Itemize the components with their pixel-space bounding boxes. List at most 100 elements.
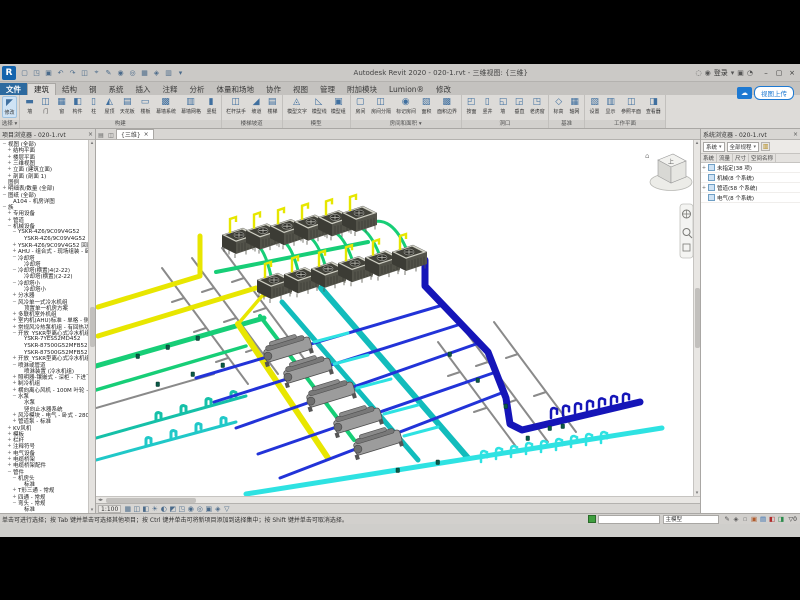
store-icon[interactable]: ▣ — [737, 69, 744, 77]
expander-icon[interactable]: + — [7, 443, 12, 449]
expander-icon[interactable]: + — [7, 217, 12, 223]
ribbon-group-label[interactable]: 楼梯坡道 — [222, 120, 282, 128]
expander-icon[interactable]: − — [12, 267, 17, 273]
expander-icon[interactable]: + — [7, 154, 12, 160]
ribbon-button[interactable]: ◨查看器 — [644, 96, 663, 116]
expander-icon[interactable]: + — [701, 185, 707, 191]
scroll-thumb[interactable] — [90, 307, 95, 347]
sign-in-label[interactable]: 登录 — [714, 68, 728, 78]
quick-access-icon[interactable]: ▢ — [19, 67, 30, 79]
expander-icon[interactable]: − — [12, 500, 17, 506]
quick-access-icon[interactable]: ◉ — [115, 67, 126, 79]
scroll-up-icon[interactable]: ▴ — [91, 140, 94, 146]
ribbon-group-label[interactable]: 构建 — [20, 120, 221, 128]
quick-access-icon[interactable]: ◈ — [151, 67, 162, 79]
user-icon[interactable]: ◉ — [705, 69, 711, 77]
status-icon[interactable]: ▫ — [741, 515, 750, 523]
project-browser-header[interactable]: 项目浏览器 - 020-1.rvt × — [0, 129, 95, 140]
design-option-dropdown[interactable]: 主模型 — [663, 515, 719, 524]
discipline-filter-dropdown[interactable]: 全部规程▾ — [727, 142, 760, 152]
expander-icon[interactable]: − — [2, 192, 7, 198]
expander-icon[interactable]: + — [2, 185, 7, 191]
ribbon-button[interactable]: ◫参照平面 — [619, 96, 643, 116]
status-icon[interactable]: ✎ — [723, 515, 732, 523]
help-icon[interactable]: ◔ — [747, 69, 753, 77]
column-header[interactable]: 流量 — [717, 154, 733, 162]
ribbon-tab[interactable]: 视图 — [287, 83, 314, 95]
view-tab-strip-icon[interactable]: ▤ — [96, 132, 106, 139]
expander-icon[interactable]: + — [12, 311, 17, 317]
quick-access-icon[interactable]: ⌖ — [91, 67, 102, 79]
close-icon[interactable]: × — [88, 131, 93, 138]
expander-icon[interactable]: + — [12, 242, 17, 248]
view-control-icon[interactable]: ▽ — [222, 505, 231, 513]
ribbon-button[interactable]: ▧面积 — [419, 96, 434, 116]
minimize-button[interactable]: – — [760, 67, 772, 79]
quick-access-icon[interactable]: ▾ — [175, 67, 186, 79]
expander-icon[interactable]: − — [12, 299, 17, 305]
expander-icon[interactable]: − — [12, 393, 17, 399]
status-icon[interactable]: ◧ — [768, 515, 777, 523]
expander-icon[interactable]: − — [2, 204, 7, 210]
ribbon-group-label[interactable]: 洞口 — [462, 120, 549, 128]
expander-icon[interactable]: − — [12, 330, 17, 336]
scroll-down-icon[interactable]: ▾ — [696, 490, 699, 496]
project-browser-scrollbar[interactable]: ▴ ▾ — [88, 140, 95, 513]
ribbon-tab[interactable]: 注释 — [157, 83, 184, 95]
system-row[interactable]: 电气(8 个系统) — [701, 193, 800, 203]
view-control-icon[interactable]: ◉ — [186, 505, 195, 513]
ribbon-button[interactable]: ▦窗 — [54, 96, 69, 116]
view-tab-strip-icon2[interactable]: ◫ — [106, 132, 116, 139]
canvas-horizontal-scrollbar[interactable]: ◂ ▸ — [96, 496, 700, 503]
expander-icon[interactable]: + — [7, 431, 12, 437]
ribbon-button[interactable]: ▣模型组 — [329, 96, 348, 116]
ribbon-tab[interactable]: Lumion® — [383, 83, 430, 95]
column-header[interactable]: 空间名称 — [749, 154, 776, 162]
drawing-area[interactable]: 上 ⌂ ▴ — [96, 140, 700, 496]
ribbon-button[interactable]: ▬墙 — [22, 96, 37, 116]
ribbon-tab[interactable]: 钢 — [83, 83, 103, 95]
ribbon-tab[interactable]: 附加模块 — [341, 83, 383, 95]
ribbon-button[interactable]: ◫门 — [38, 96, 53, 116]
view-tab-close-icon[interactable]: × — [144, 131, 149, 138]
ribbon-button[interactable]: ▩幕墙系统 — [154, 96, 178, 116]
close-icon[interactable]: × — [793, 131, 798, 138]
expander-icon[interactable]: − — [2, 141, 7, 147]
view-control-icon[interactable]: ◳ — [177, 505, 186, 513]
ribbon-button[interactable]: ◱墙 — [496, 96, 511, 116]
cloud-icon[interactable]: ☁ — [737, 87, 752, 99]
ribbon-button[interactable]: ◰按面 — [464, 96, 479, 116]
expander-icon[interactable]: + — [7, 147, 12, 153]
ribbon-tab[interactable]: 协作 — [260, 83, 287, 95]
worksets-icon[interactable] — [588, 515, 596, 523]
dropdown-icon[interactable]: ▾ — [731, 69, 735, 77]
ribbon-group-label[interactable]: 选择 ▾ — [0, 120, 19, 128]
cloud-upload-button[interactable]: 视图上传 — [754, 86, 794, 100]
system-filter-dropdown[interactable]: 系统▾ — [703, 142, 725, 152]
ribbon-button[interactable]: ▧设置 — [587, 96, 602, 116]
expander-icon[interactable]: − — [12, 254, 17, 260]
column-header[interactable]: 系统 — [701, 154, 717, 162]
ribbon-button[interactable]: ▤天花板 — [118, 96, 137, 116]
quick-access-icon[interactable]: ▦ — [139, 67, 150, 79]
system-row[interactable]: + 未指定(38 项) — [701, 163, 800, 173]
tree-item[interactable]: − YSKR-4Z6/9C09V4G52 — [0, 229, 88, 235]
view-control-icon[interactable]: ◫ — [132, 505, 141, 513]
ribbon-button[interactable]: ▥显示 — [603, 96, 618, 116]
scroll-thumb[interactable] — [106, 498, 196, 503]
tree-item[interactable]: − 开放_YSKR型离心式冷水机组 回转出程 — [0, 330, 88, 336]
system-row[interactable]: + 管道(58 个系统) — [701, 183, 800, 193]
viewcube[interactable]: 上 ⌂ — [645, 152, 692, 191]
ribbon-button[interactable]: ▩面积边界 — [435, 96, 459, 116]
ribbon-tab[interactable]: 建筑 — [27, 83, 56, 95]
status-icon[interactable]: ▣ — [750, 515, 759, 523]
ribbon-button[interactable]: ◧构件 — [70, 96, 85, 116]
column-header[interactable]: 尺寸 — [733, 154, 749, 162]
view-control-icon[interactable]: ☀ — [150, 505, 159, 513]
quick-access-icon[interactable]: ↶ — [55, 67, 66, 79]
tree-item[interactable]: 标准 — [0, 506, 88, 512]
ribbon-group-label[interactable]: 工作平面 — [585, 120, 665, 128]
expander-icon[interactable]: + — [12, 412, 17, 418]
expander-icon[interactable]: − — [12, 280, 17, 286]
expander-icon[interactable]: + — [7, 437, 12, 443]
